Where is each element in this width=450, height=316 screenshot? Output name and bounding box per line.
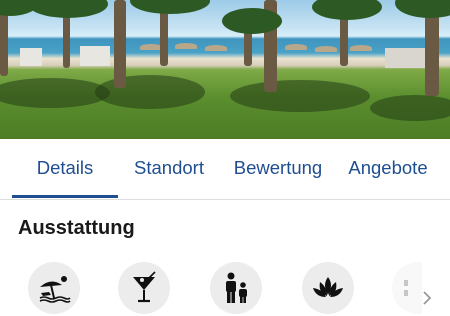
family-icon[interactable]: [210, 262, 262, 314]
palm-fronds: [28, 0, 108, 18]
hero-image: [0, 0, 450, 139]
tab-bar: Details Standort Bewertung Angebote: [0, 139, 450, 200]
beach-umbrella-icon[interactable]: [28, 262, 80, 314]
palm-fronds: [222, 8, 282, 34]
active-tab-indicator: [12, 195, 118, 198]
hero-shadow: [230, 80, 370, 112]
partial-amenity-icon[interactable]: [392, 262, 422, 314]
tab-angebote[interactable]: Angebote: [340, 139, 436, 199]
hero-shadow: [95, 75, 205, 109]
hero-umbrella: [350, 45, 372, 51]
tab-standort[interactable]: Standort: [124, 139, 214, 199]
tab-details[interactable]: Details: [12, 139, 118, 199]
hero-umbrella: [140, 44, 162, 50]
section-title-ausstattung: Ausstattung: [18, 217, 135, 239]
palm-fronds: [395, 0, 450, 18]
hero-umbrella: [315, 46, 337, 52]
tab-bewertung[interactable]: Bewertung: [226, 139, 330, 199]
hero-shadow: [370, 95, 450, 121]
palm-trunk: [63, 10, 70, 68]
cocktail-icon[interactable]: [118, 262, 170, 314]
palm-fronds: [130, 0, 210, 14]
hero-building: [385, 48, 425, 68]
hero-building: [80, 46, 110, 66]
hero-shadow: [0, 78, 110, 108]
hero-umbrella: [175, 43, 197, 49]
hero-umbrella: [205, 45, 227, 51]
lotus-spa-icon[interactable]: [302, 262, 354, 314]
hero-building: [20, 48, 42, 66]
hero-umbrella: [285, 44, 307, 50]
palm-trunk: [160, 6, 168, 66]
palm-trunk: [114, 0, 126, 88]
palm-trunk: [0, 8, 8, 76]
chevron-right-icon[interactable]: [419, 288, 435, 308]
palm-fronds: [312, 0, 382, 20]
